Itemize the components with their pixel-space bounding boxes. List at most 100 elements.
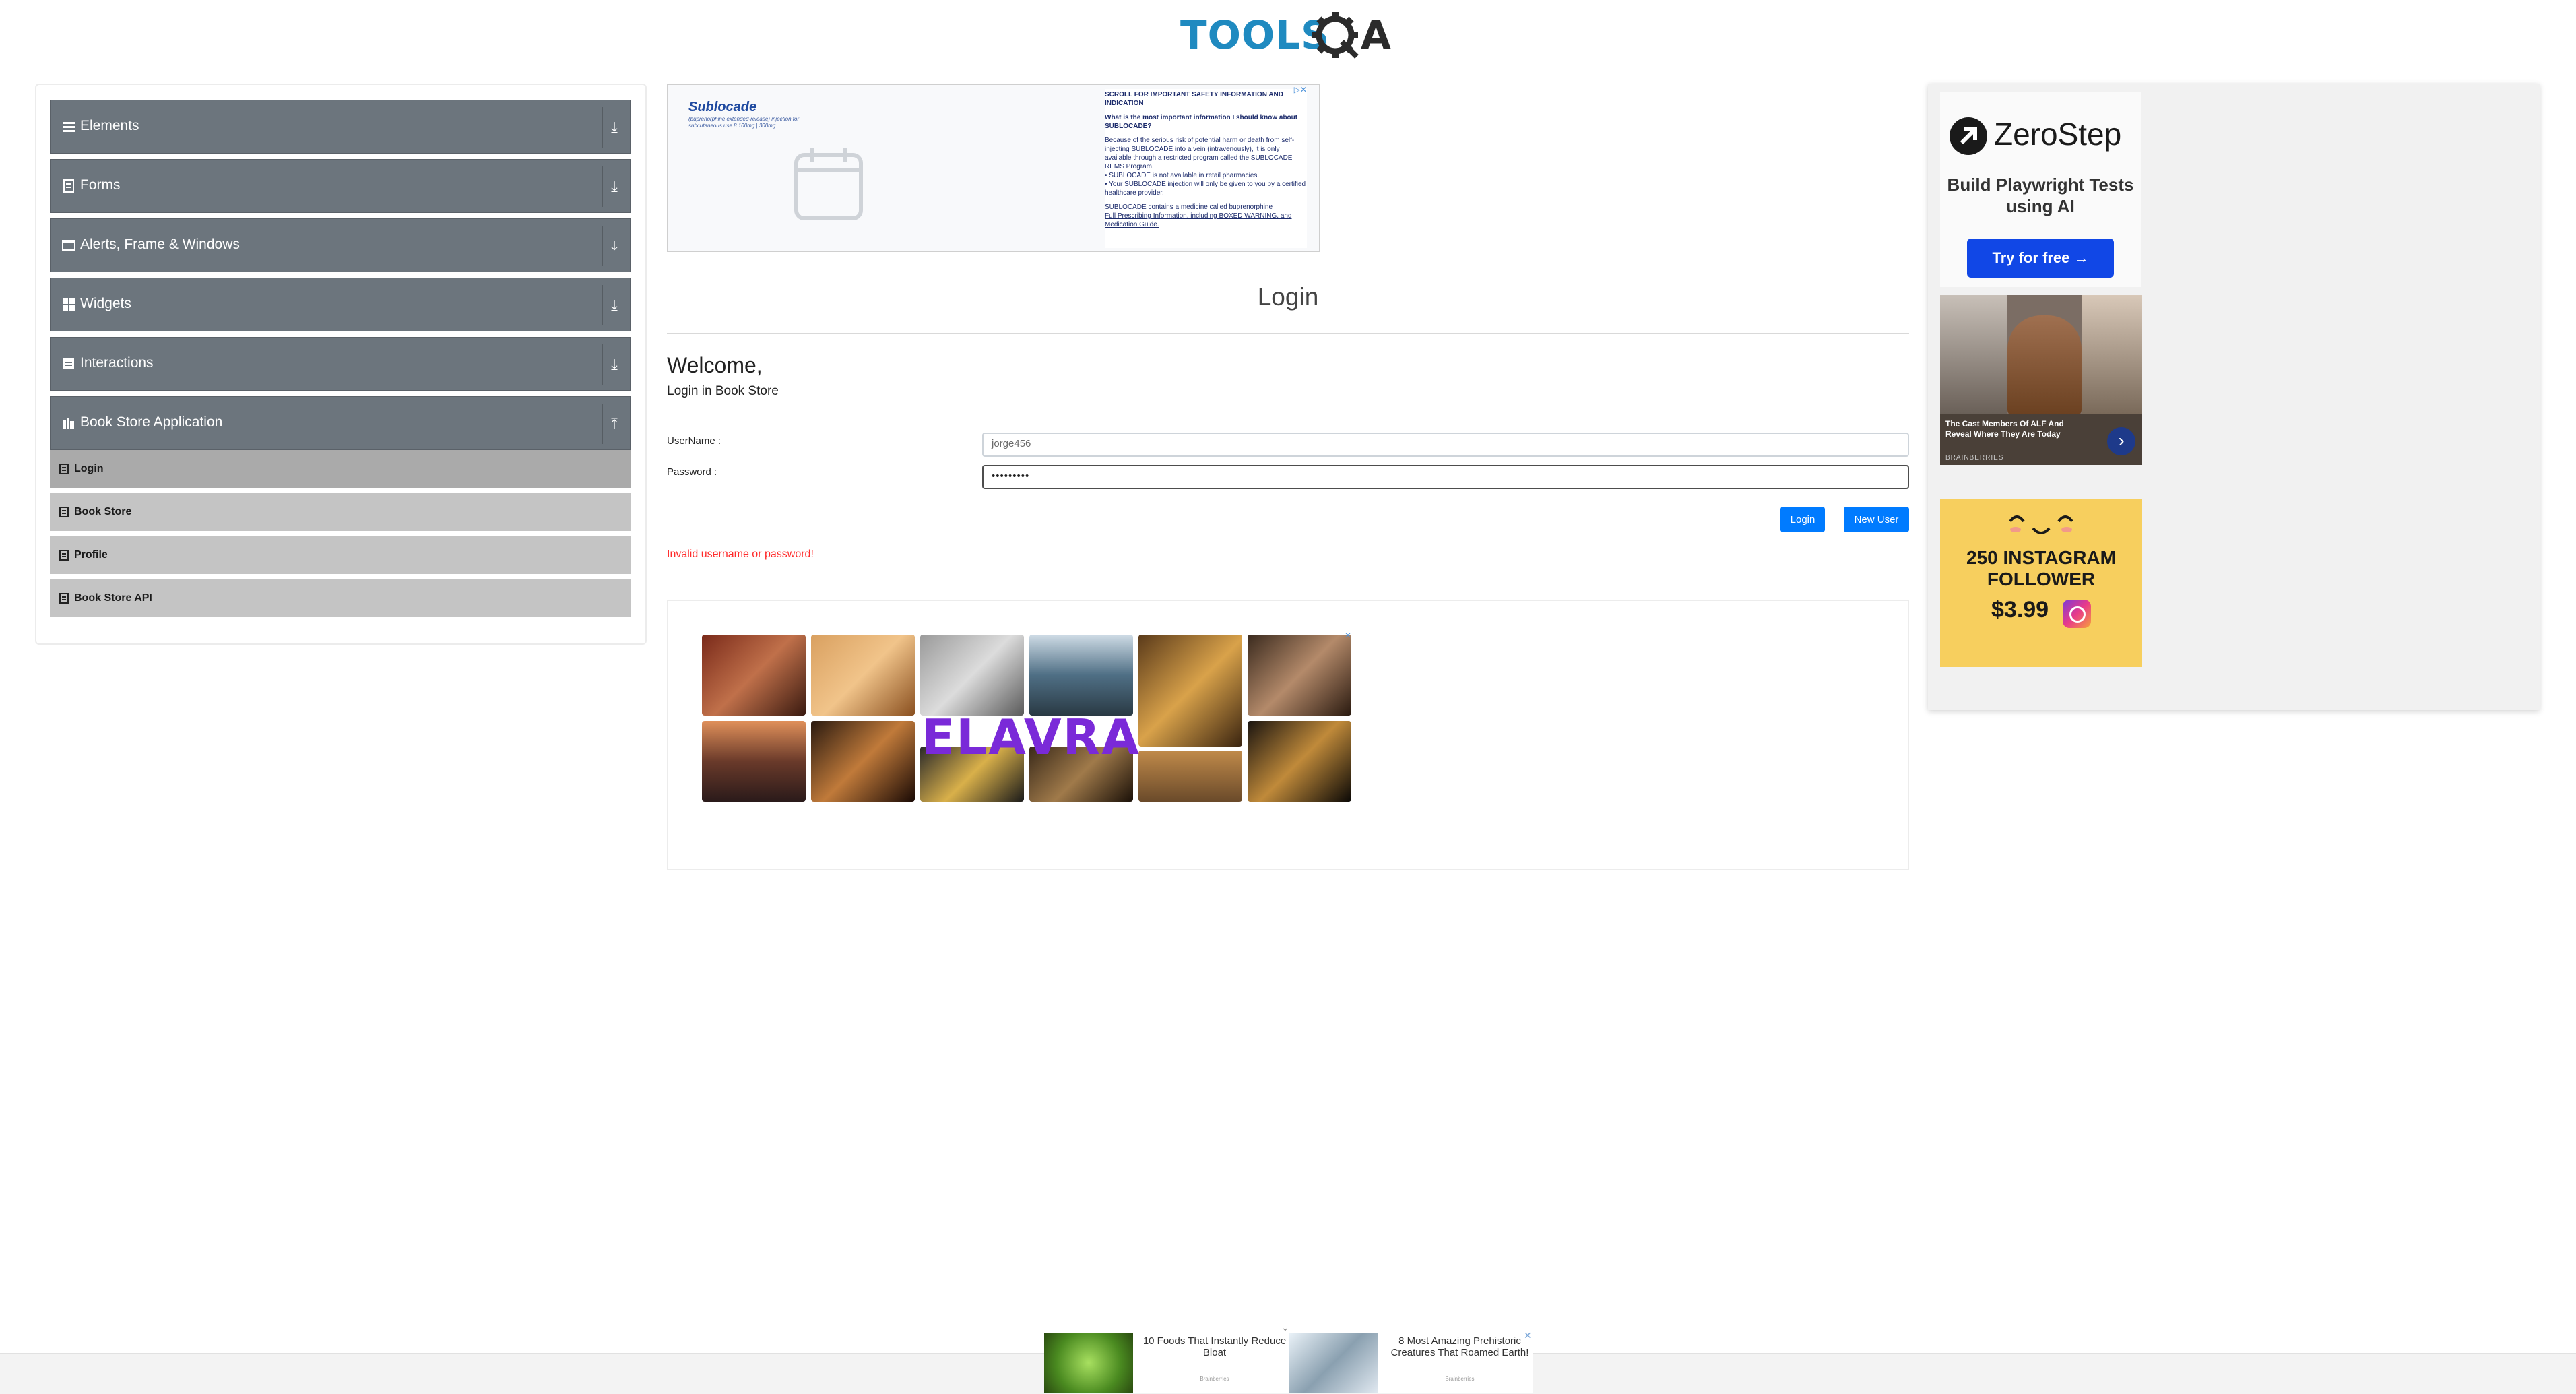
adchoices-icon[interactable]: ▷✕ <box>1294 85 1307 94</box>
calendar-icon <box>794 148 863 220</box>
ad-image <box>1138 751 1242 802</box>
adchoices-icon[interactable]: ✕ <box>1345 631 1351 640</box>
ad-photo <box>2082 295 2142 414</box>
zerostep-brand: ZeroStep <box>1994 117 2122 152</box>
chevron-down-icon[interactable]: ⌄ <box>1281 1322 1289 1333</box>
sidebar-group-label: Book Store Application <box>80 414 223 430</box>
form-icon <box>63 179 74 193</box>
alf-ad[interactable]: The Cast Members Of ALF And Reveal Where… <box>1940 295 2142 465</box>
sidebar-group-label: Forms <box>80 177 121 193</box>
ad-title: 10 Foods That Instantly Reduce Bloat <box>1142 1335 1287 1358</box>
ad-price: $3.99 <box>1991 597 2049 623</box>
zerostep-tagline: Build Playwright Tests using AI <box>1947 175 2134 216</box>
sidebar-item-login[interactable]: Login <box>50 450 631 490</box>
ad-question: What is the most important information I… <box>1105 114 1298 130</box>
password-label: Password : <box>667 466 717 478</box>
ad-thumbnail <box>1289 1333 1378 1393</box>
hamburger-icon <box>63 122 75 132</box>
ad-brand-sub: (buprenorphine extended-release) injecti… <box>688 116 800 129</box>
instagram-follower-ad[interactable]: 250 INSTAGRAM FOLLOWER $3.99 <box>1940 499 2142 667</box>
new-user-button[interactable]: New User <box>1844 507 1909 532</box>
sidebar-group-alerts[interactable]: Alerts, Frame & Windows ⤓ <box>50 218 631 272</box>
ad-image <box>702 721 806 802</box>
login-button[interactable]: Login <box>1780 507 1825 532</box>
zerostep-ad[interactable]: ZeroStep Build Playwright Tests using AI… <box>1940 92 2141 287</box>
zerostep-logo-icon <box>1950 117 1987 155</box>
error-message: Invalid username or password! <box>667 548 814 560</box>
ad-brand-elavra: ELAVRA <box>922 709 1140 765</box>
ad-thumbnail <box>1044 1333 1133 1393</box>
document-icon <box>59 593 69 604</box>
download-arrow-icon: ⤓ <box>611 356 618 373</box>
sidebar-group-book-store[interactable]: Book Store Application ⤒ <box>50 396 631 450</box>
password-input[interactable]: ••••••••• <box>982 465 1909 489</box>
divider <box>602 226 603 266</box>
gear-icon <box>1312 12 1359 59</box>
ad-headline: 250 INSTAGRAM FOLLOWER <box>1940 547 2142 590</box>
sidebar-item-profile[interactable]: Profile <box>50 536 631 577</box>
divider <box>602 404 603 444</box>
sidebar-group-label: Elements <box>80 118 139 133</box>
ad-image <box>1029 635 1133 716</box>
sidebar-item-label: Book Store API <box>74 592 152 604</box>
ad-caption: The Cast Members Of ALF And Reveal Where… <box>1945 419 2064 439</box>
ad-headline-line1: 250 INSTAGRAM <box>1966 547 2116 568</box>
ad-brand: Sublocade <box>688 100 757 115</box>
close-icon[interactable]: ✕ <box>1524 1330 1532 1341</box>
sidebar-group-widgets[interactable]: Widgets ⤓ <box>50 278 631 331</box>
sidebar-group-label: Widgets <box>80 296 131 311</box>
logo-graphic: TOOLS A <box>1180 12 1391 59</box>
upload-arrow-icon: ⤒ <box>611 415 618 432</box>
ad-image <box>1248 721 1351 802</box>
document-icon <box>59 550 69 561</box>
top-ad-banner[interactable]: Sublocade (buprenorphine extended-releas… <box>667 84 1320 252</box>
ad-bullet: • SUBLOCADE is not available in retail p… <box>1105 172 1260 179</box>
window-icon <box>62 240 75 251</box>
ad-source: Brainberries <box>1445 1376 1475 1382</box>
image-ad-container[interactable]: ELAVRA ✕ <box>667 600 1909 870</box>
ad-paragraph: Because of the serious risk of potential… <box>1105 137 1295 170</box>
sidebar-group-label: Alerts, Frame & Windows <box>80 236 240 252</box>
sidebar-item-label: Book Store <box>74 506 132 517</box>
page-title: Login <box>1257 283 1319 311</box>
download-arrow-icon: ⤓ <box>611 178 618 195</box>
smiley-face-icon <box>2009 515 2073 534</box>
ad-image <box>1248 635 1351 716</box>
divider <box>667 333 1909 334</box>
bottom-ad-item[interactable]: 8 Most Amazing Prehistoric Creatures Tha… <box>1289 1333 1533 1393</box>
ad-source: BRAINBERRIES <box>1945 454 2004 462</box>
ad-image <box>920 635 1024 716</box>
ad-image <box>811 635 915 716</box>
book-icon <box>63 418 74 429</box>
download-arrow-icon: ⤓ <box>611 119 618 135</box>
try-for-free-button[interactable]: Try for free → <box>1967 239 2114 278</box>
ad-heading: SCROLL FOR IMPORTANT SAFETY INFORMATION … <box>1105 91 1283 107</box>
ad-image <box>811 721 915 802</box>
sidebar-item-book-store-api[interactable]: Book Store API <box>50 579 631 620</box>
ad-link[interactable]: Full Prescribing Information, including … <box>1105 212 1307 229</box>
sidebar-group-forms[interactable]: Forms ⤓ <box>50 159 631 213</box>
sidebar-group-elements[interactable]: Elements ⤓ <box>50 100 631 154</box>
username-input[interactable]: jorge456 <box>982 433 1909 457</box>
sidebar-item-label: Profile <box>74 549 108 561</box>
instagram-icon <box>2063 600 2091 628</box>
download-arrow-icon: ⤓ <box>611 296 618 313</box>
bottom-ad-item[interactable]: 10 Foods That Instantly Reduce Bloat Bra… <box>1044 1333 1292 1393</box>
divider <box>602 344 603 385</box>
sidebar-group-label: Interactions <box>80 355 154 371</box>
ad-paragraph: SUBLOCADE contains a medicine called bup… <box>1105 203 1273 211</box>
sidebar-item-label: Login <box>74 463 104 474</box>
toolsqa-logo[interactable]: TOOLS A <box>1180 9 1397 61</box>
ad-image <box>1138 635 1242 747</box>
sidebar-group-interactions[interactable]: Interactions ⤓ <box>50 337 631 391</box>
ad-photo <box>1940 295 2007 414</box>
ad-headline-line2: FOLLOWER <box>1987 569 2096 590</box>
chevron-right-icon[interactable]: › <box>2107 427 2135 455</box>
ad-title: 8 Most Amazing Prehistoric Creatures Tha… <box>1390 1335 1529 1358</box>
username-label: UserName : <box>667 435 721 447</box>
document-icon <box>59 464 69 474</box>
sidebar-item-book-store[interactable]: Book Store <box>50 493 631 534</box>
download-arrow-icon: ⤓ <box>611 237 618 254</box>
divider <box>602 166 603 207</box>
document-icon <box>59 507 69 517</box>
